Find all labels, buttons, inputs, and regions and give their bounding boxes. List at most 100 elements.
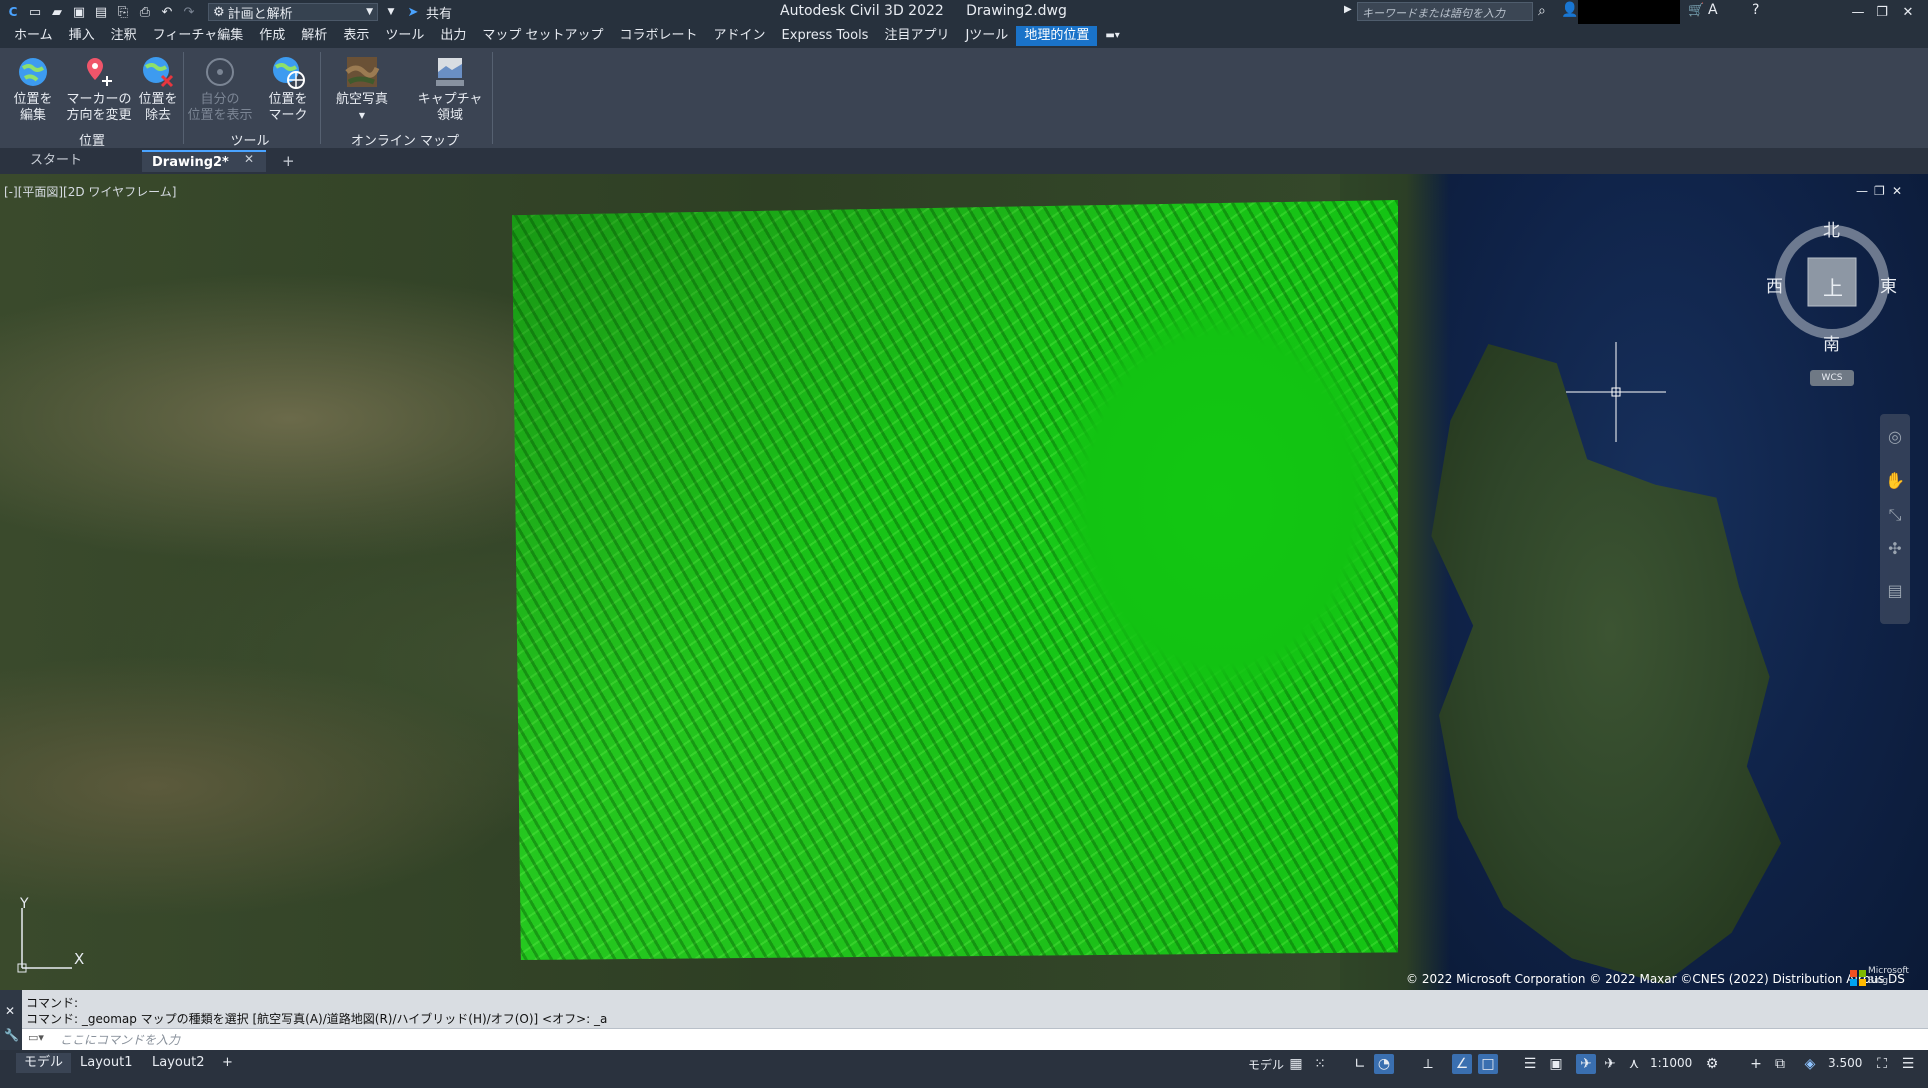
command-prompt-icon[interactable]: ▭▾ — [28, 1031, 44, 1044]
aerial-photo-icon — [345, 57, 380, 87]
viewport-close-icon[interactable]: ✕ — [1892, 184, 1902, 198]
capture-area-button[interactable]: キャプチャ 領域 — [414, 54, 486, 124]
ortho-icon[interactable]: ∟ — [1350, 1054, 1370, 1074]
globe-mark-icon — [273, 57, 305, 89]
steering-wheel-icon[interactable]: ◎ — [1884, 426, 1906, 448]
aerial-map-button[interactable]: 航空写真 ▼ — [330, 54, 394, 124]
tab-create[interactable]: 作成 — [251, 26, 293, 46]
share-label[interactable]: 共有 — [426, 3, 452, 22]
isolate-objects-icon[interactable]: ⧉ — [1770, 1054, 1790, 1074]
add-icon[interactable]: + — [1746, 1054, 1766, 1074]
tab-j-tools[interactable]: Jツール — [957, 26, 1016, 46]
aerial-map-label: 航空写真 — [335, 92, 388, 107]
tab-modify[interactable]: フィーチャ編集 — [145, 26, 252, 46]
object-snap-icon[interactable]: □ — [1478, 1054, 1498, 1074]
customize-qat-icon[interactable]: ▼ — [382, 3, 400, 21]
layout-tab-model[interactable]: モデル — [16, 1053, 72, 1073]
ribbon-display-toggle[interactable]: ▬▾ — [1097, 26, 1127, 46]
viewcube-top[interactable]: 上 — [1823, 272, 1843, 301]
viewport-restore-icon[interactable]: ❐ — [1874, 184, 1885, 198]
cart-icon[interactable]: 🛒 — [1688, 3, 1704, 18]
tab-annotate[interactable]: 注釈 — [103, 26, 145, 46]
search-expand-icon[interactable]: ▶ — [1344, 4, 1352, 15]
search-input[interactable]: キーワードまたは語句を入力 — [1357, 2, 1533, 21]
close-window-button[interactable]: ✕ — [1896, 2, 1920, 22]
autodesk-a-icon[interactable]: A — [1708, 2, 1718, 18]
tab-analyze[interactable]: 解析 — [293, 26, 335, 46]
auto-scale-icon[interactable]: ✈ — [1600, 1054, 1620, 1074]
layout-tab-layout1[interactable]: Layout1 — [72, 1053, 140, 1073]
tab-collaborate[interactable]: コラボレート — [612, 26, 706, 46]
restore-window-button[interactable]: ❐ — [1870, 2, 1894, 22]
snap-icon[interactable]: ⁙ — [1310, 1054, 1330, 1074]
polar-icon[interactable]: ◔ — [1374, 1054, 1394, 1074]
new-file-icon[interactable]: ▭ — [26, 3, 44, 21]
publish-icon[interactable]: ⎘ — [114, 3, 132, 21]
app-menu-icon[interactable]: C — [4, 3, 22, 21]
share-icon[interactable]: ➤ — [404, 3, 422, 21]
search-icon[interactable]: ⌕ — [1538, 3, 1546, 19]
elevation-value[interactable]: 3.500 — [1828, 1056, 1862, 1070]
undo-icon[interactable]: ↶ — [158, 3, 176, 21]
save-as-icon[interactable]: ▤ — [92, 3, 110, 21]
minimize-window-button[interactable]: — — [1846, 2, 1870, 22]
mark-location-button[interactable]: 位置を マーク — [262, 54, 314, 124]
model-space-button[interactable]: モデル — [1248, 1056, 1284, 1073]
open-folder-icon[interactable]: ▰ — [48, 3, 66, 21]
save-icon[interactable]: ▣ — [70, 3, 88, 21]
print-icon[interactable]: ⎙ — [136, 3, 154, 21]
customization-menu-icon[interactable]: ☰ — [1898, 1054, 1918, 1074]
remove-location-button[interactable]: 位置を 除去 — [134, 54, 182, 124]
workspace-dropdown[interactable]: ⚙ 計画と解析 ▼ — [208, 3, 378, 22]
tab-tools[interactable]: ツール — [377, 26, 432, 46]
tab-addins[interactable]: アドイン — [706, 26, 774, 46]
orbit-icon[interactable]: ✣ — [1884, 538, 1906, 560]
settings-gear-icon[interactable]: ⚙ — [1702, 1054, 1722, 1074]
transparency-icon[interactable]: ▣ — [1546, 1054, 1566, 1074]
command-input[interactable] — [0, 1028, 1928, 1051]
viewcube-south[interactable]: 南 — [1823, 330, 1840, 355]
pan-icon[interactable]: ✋ — [1884, 470, 1906, 492]
tab-map-setup[interactable]: マップ セットアップ — [474, 26, 611, 46]
tab-featured-apps[interactable]: 注目アプリ — [876, 26, 957, 46]
tab-view[interactable]: 表示 — [335, 26, 377, 46]
viewcube-east[interactable]: 東 — [1880, 272, 1897, 297]
add-layout-button[interactable]: + — [214, 1053, 241, 1073]
redo-icon[interactable]: ↷ — [180, 3, 198, 21]
close-tab-icon[interactable]: ✕ — [244, 152, 254, 166]
tab-express-tools[interactable]: Express Tools — [774, 26, 877, 46]
wcs-menu[interactable]: WCS — [1810, 370, 1854, 386]
user-icon[interactable]: 👤 — [1561, 2, 1578, 18]
showmotion-icon[interactable]: ▤ — [1884, 580, 1906, 602]
grid-icon[interactable]: ▦ — [1286, 1054, 1306, 1074]
tab-home[interactable]: ホーム — [6, 26, 61, 46]
isodraft-icon[interactable]: ⟂ — [1418, 1054, 1438, 1074]
gear-icon: ⚙ — [213, 4, 225, 20]
object-snap-tracking-icon[interactable]: ∠ — [1452, 1054, 1472, 1074]
microsoft-bing-label: Microsoft Bing — [1868, 966, 1909, 986]
edit-location-button[interactable]: 位置を 編集 — [8, 54, 58, 124]
tab-geolocation[interactable]: 地理的位置 — [1016, 26, 1098, 46]
wrench-icon[interactable]: 🔧 — [4, 1028, 19, 1042]
help-icon[interactable]: ? — [1752, 2, 1759, 18]
change-marker-direction-button[interactable]: マーカーの 方向を変更 — [64, 54, 134, 124]
viewport-minimize-icon[interactable]: — — [1856, 184, 1868, 198]
fullscreen-icon[interactable]: ⛶ — [1872, 1054, 1892, 1074]
viewport-controls-label[interactable]: [-][平面図][2D ワイヤフレーム] — [4, 183, 176, 200]
tab-insert[interactable]: 挿入 — [61, 26, 103, 46]
workspace-icon[interactable]: ◈ — [1800, 1054, 1820, 1074]
tab-output[interactable]: 出力 — [432, 26, 474, 46]
viewcube-west[interactable]: 西 — [1766, 272, 1783, 297]
annotation-scale-icon[interactable]: ⋏ — [1624, 1054, 1644, 1074]
viewcube-north[interactable]: 北 — [1823, 216, 1840, 241]
close-command-line-icon[interactable]: ✕ — [5, 1004, 15, 1018]
annotation-visibility-icon[interactable]: ✈ — [1576, 1054, 1596, 1074]
lineweight-icon[interactable]: ☰ — [1520, 1054, 1540, 1074]
annotation-scale-value[interactable]: 1:1000 — [1650, 1056, 1692, 1070]
new-tab-button[interactable]: + — [272, 150, 305, 172]
tab-start[interactable]: スタート — [20, 150, 138, 172]
zoom-extents-icon[interactable]: ⤡ — [1884, 504, 1906, 526]
show-my-location-button[interactable]: 自分の 位置を表示 — [184, 54, 256, 124]
layout-tab-layout2[interactable]: Layout2 — [144, 1053, 212, 1073]
crosshair-cursor — [1566, 342, 1666, 442]
